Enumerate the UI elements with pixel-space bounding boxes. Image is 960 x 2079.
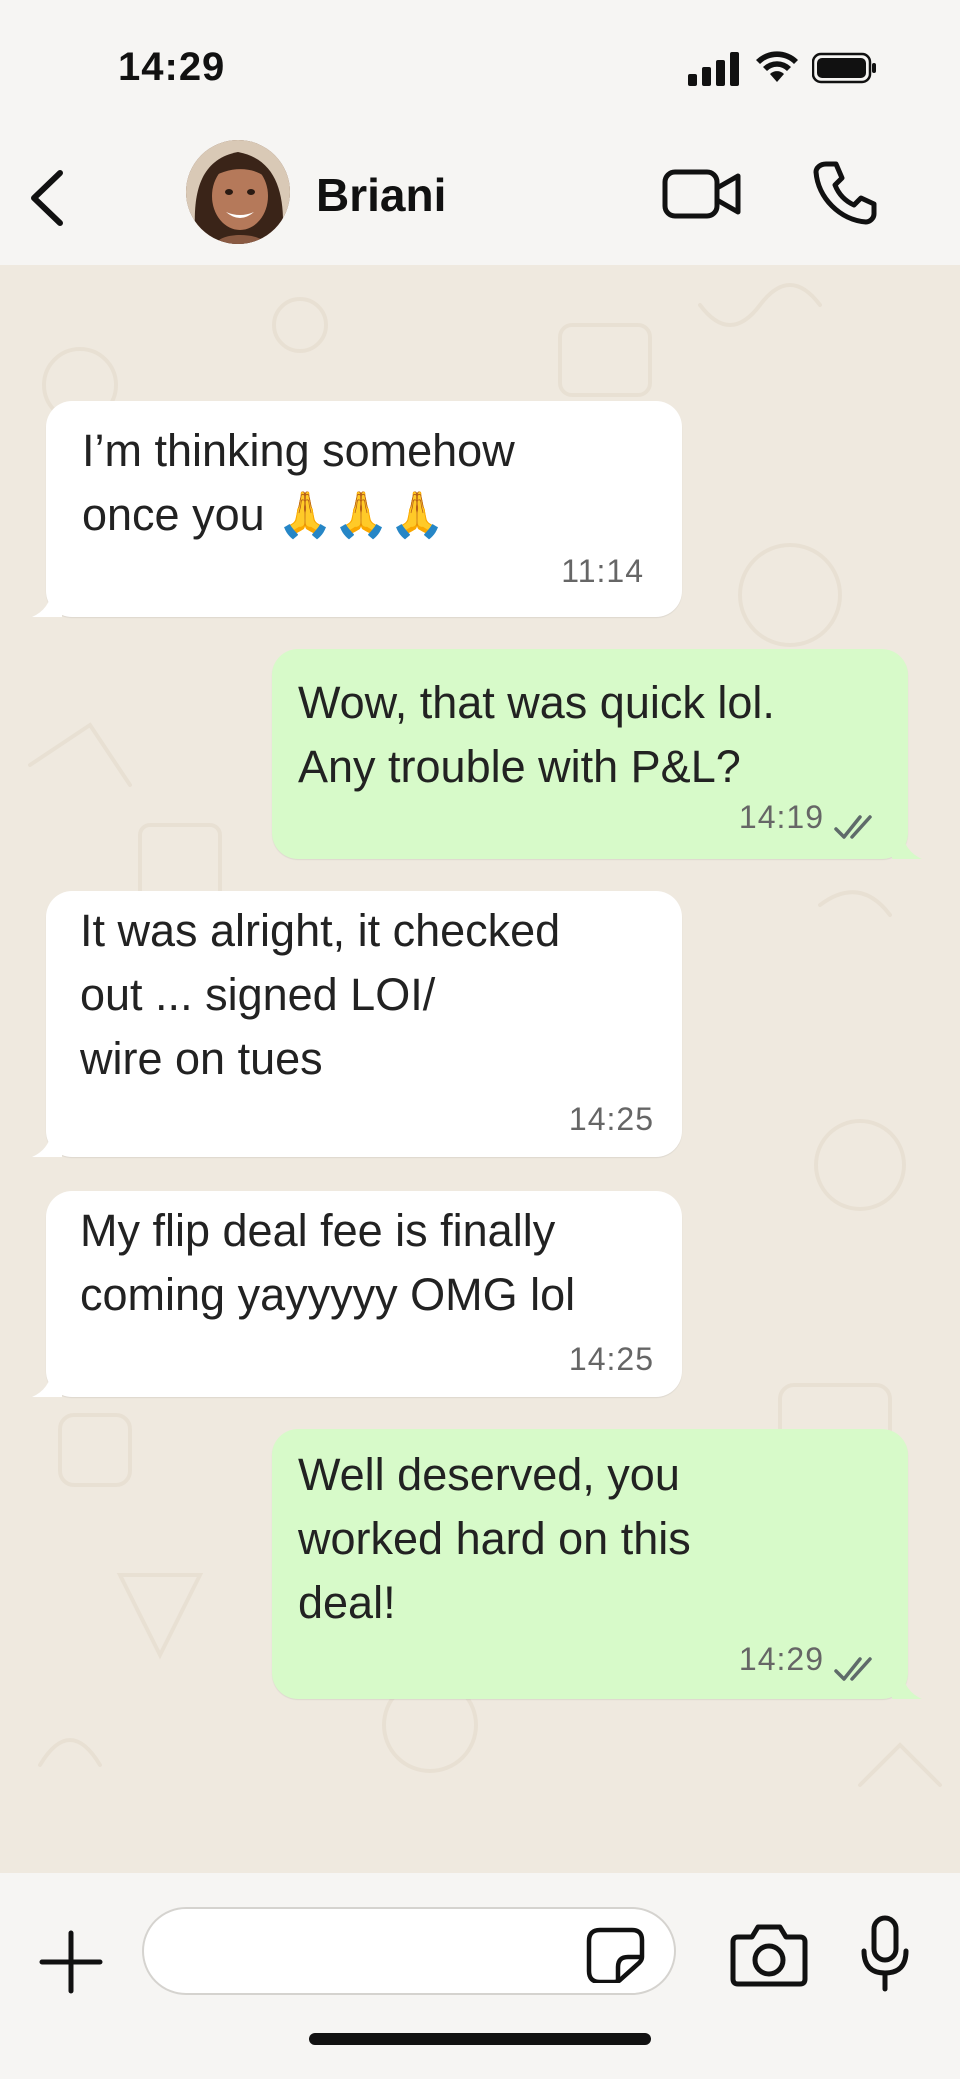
- avatar-photo: [186, 140, 290, 244]
- message-time: 14:25: [568, 1341, 654, 1377]
- message-text: It was alright, it checked out ... signe…: [80, 905, 561, 1084]
- home-indicator[interactable]: [309, 2033, 651, 2045]
- camera-icon[interactable]: [730, 1923, 808, 1987]
- chat-screen: 14:29 Briani I’m thinking somehow once y…: [0, 0, 960, 2079]
- message-bubble-outgoing[interactable]: Well deserved, you worked hard on this d…: [272, 1429, 922, 1699]
- avatar[interactable]: [186, 140, 290, 244]
- message-time: 14:19: [738, 799, 824, 835]
- plus-icon[interactable]: [36, 1927, 106, 1997]
- cellular-signal-icon: [688, 52, 739, 86]
- read-receipt-icon: [834, 1657, 872, 1681]
- bubble-tail: [32, 1129, 62, 1157]
- bubble-tail: [32, 1369, 62, 1397]
- microphone-icon[interactable]: [860, 1915, 910, 1993]
- contact-name[interactable]: Briani: [316, 168, 446, 222]
- message-bubble-outgoing[interactable]: Wow, that was quick lol. Any trouble wit…: [272, 649, 922, 859]
- message-text: My flip deal fee is finally coming yayyy…: [80, 1205, 576, 1320]
- bubble-tail: [32, 589, 62, 617]
- message-bubble-incoming[interactable]: I’m thinking somehow once you 🙏🙏🙏 11:14: [32, 401, 682, 617]
- bubble-tail: [892, 831, 922, 859]
- sticker-icon[interactable]: [586, 1927, 646, 1983]
- message-time: 14:25: [568, 1101, 654, 1137]
- status-time: 14:29: [118, 45, 226, 89]
- message-text: Wow, that was quick lol. Any trouble wit…: [298, 677, 775, 792]
- message-list[interactable]: I’m thinking somehow once you 🙏🙏🙏 11:14 …: [0, 265, 960, 1873]
- message-bubble-incoming[interactable]: My flip deal fee is finally coming yayyy…: [32, 1191, 682, 1397]
- message-time: 14:29: [738, 1641, 824, 1677]
- video-camera-icon[interactable]: [662, 166, 742, 222]
- message-composer: [0, 1873, 960, 2079]
- read-receipt-icon: [834, 815, 872, 839]
- bubble-tail: [892, 1671, 922, 1699]
- chat-header: 14:29 Briani: [0, 0, 960, 265]
- message-text: I’m thinking somehow once you 🙏🙏🙏: [82, 425, 515, 540]
- chevron-left-icon[interactable]: [20, 165, 76, 231]
- message-time: 11:14: [561, 553, 644, 589]
- message-text: Well deserved, you worked hard on this d…: [298, 1449, 691, 1628]
- battery-icon: [812, 52, 876, 84]
- wifi-icon: [756, 51, 798, 82]
- message-bubble-incoming[interactable]: It was alright, it checked out ... signe…: [32, 891, 682, 1157]
- phone-icon[interactable]: [812, 160, 878, 226]
